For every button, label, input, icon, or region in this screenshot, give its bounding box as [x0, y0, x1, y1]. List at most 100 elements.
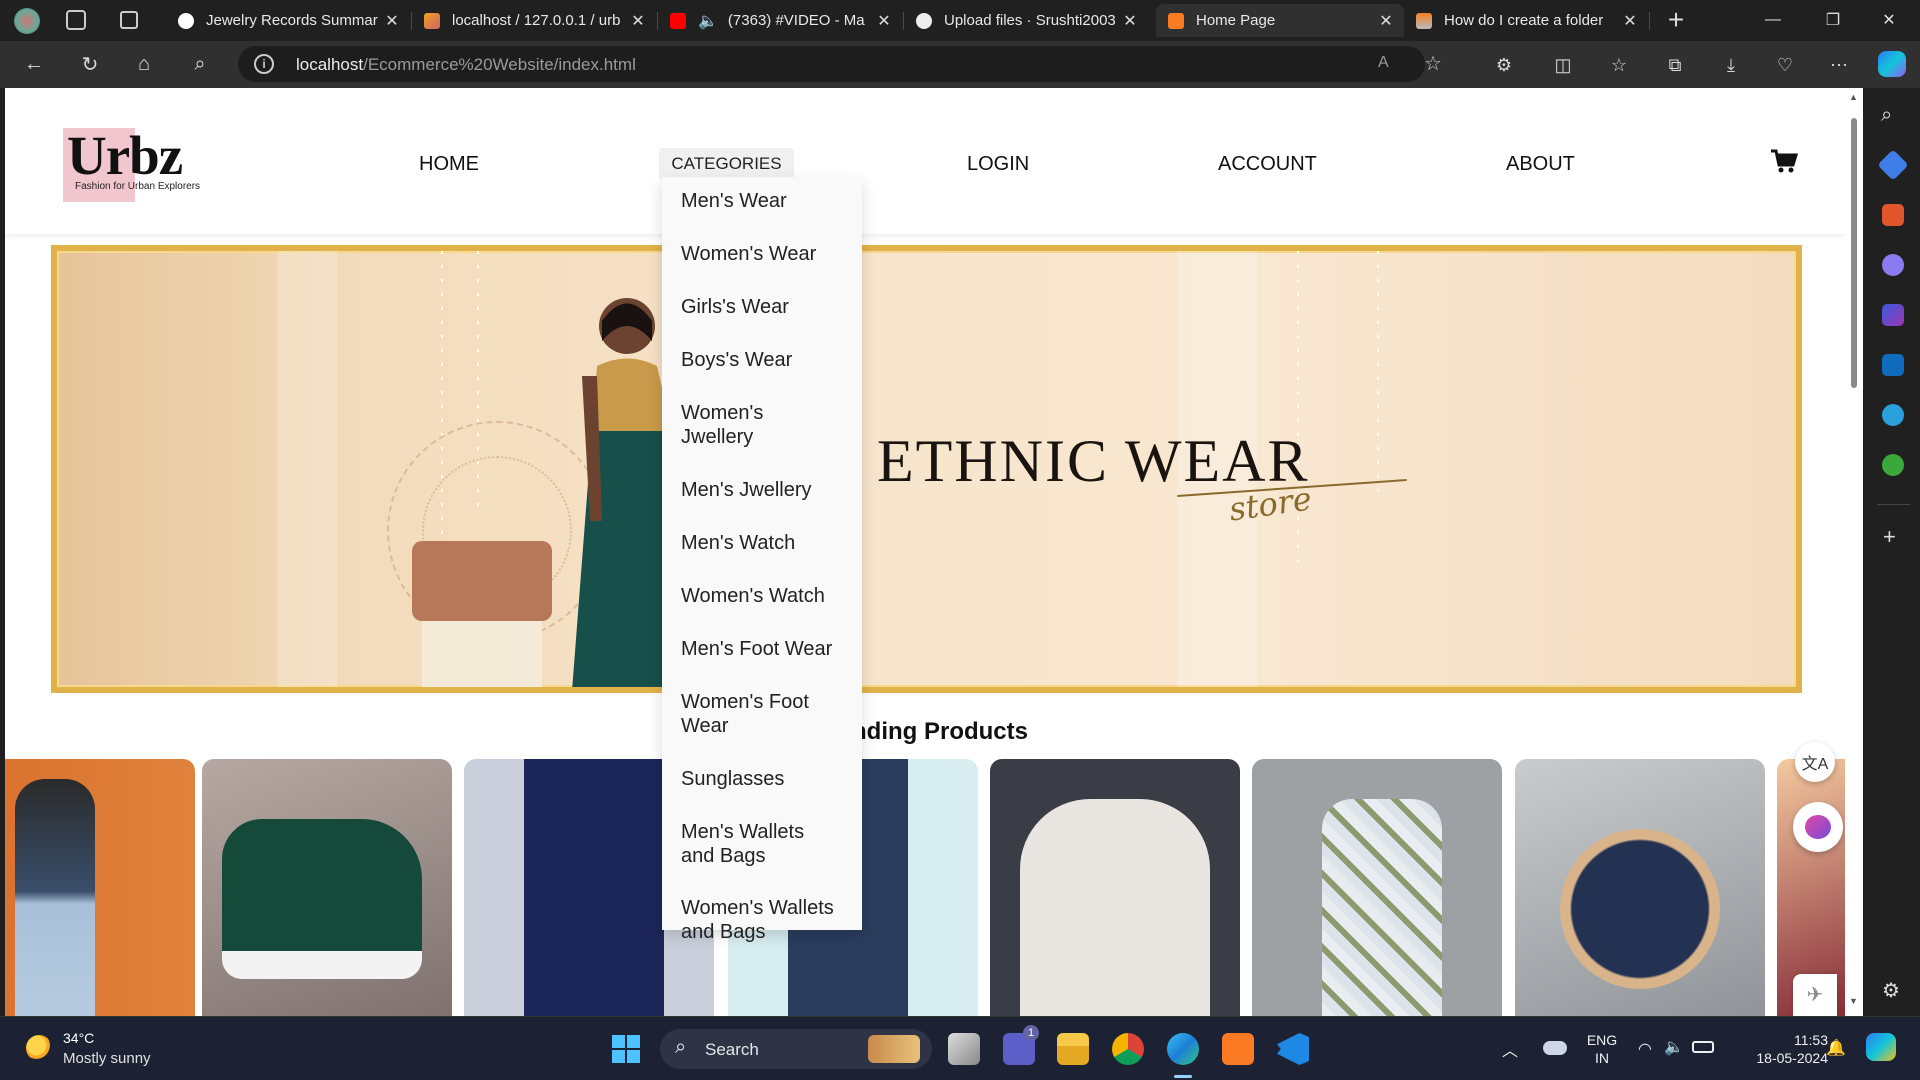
tab-home-page[interactable]: Home Page ✕: [1156, 4, 1404, 37]
favorites-icon[interactable]: ☆: [1607, 53, 1631, 77]
volume-icon[interactable]: 🔈: [1664, 1037, 1684, 1057]
close-icon[interactable]: ✕: [1620, 11, 1640, 31]
speaker-icon[interactable]: 🔈: [698, 11, 718, 31]
copilot-icon[interactable]: [1878, 51, 1906, 77]
add-sidebar-app-icon[interactable]: +: [1883, 524, 1896, 550]
sidebar-search-icon[interactable]: ⌕: [1881, 104, 1892, 127]
close-icon[interactable]: ✕: [628, 11, 648, 31]
extensions-icon[interactable]: ⚙: [1492, 53, 1516, 77]
product-carousel[interactable]: [5, 759, 1845, 1016]
site-info-icon[interactable]: i: [254, 54, 274, 74]
sidebar-settings-icon[interactable]: ⚙: [1882, 978, 1900, 1003]
close-icon[interactable]: ✕: [1376, 11, 1396, 31]
tab-youtube[interactable]: 🔈 (7363) #VIDEO - Ma ✕: [658, 4, 902, 37]
category-girls-wear[interactable]: Girls's Wear: [681, 295, 851, 319]
pin-widget-button[interactable]: ✈: [1793, 974, 1837, 1016]
new-tab-button[interactable]: +: [1664, 4, 1688, 36]
ai-assistant-button[interactable]: [1793, 802, 1843, 852]
task-view-icon[interactable]: [948, 1033, 980, 1065]
close-icon[interactable]: ✕: [1120, 11, 1140, 31]
taskbar-search[interactable]: ⌕ Search: [660, 1029, 932, 1069]
windows-start-icon[interactable]: [612, 1035, 640, 1063]
office-icon[interactable]: [1882, 304, 1904, 326]
category-womens-jwellery[interactable]: Women's Jwellery: [681, 401, 801, 449]
read-aloud-icon[interactable]: A: [1378, 54, 1389, 72]
restore-button[interactable]: ❐: [1810, 0, 1856, 40]
category-mens-jwellery[interactable]: Men's Jwellery: [681, 478, 851, 502]
url-text[interactable]: localhost/Ecommerce%20Website/index.html: [296, 55, 636, 75]
tab-phpmyadmin[interactable]: localhost / 127.0.0.1 / urb ✕: [412, 4, 656, 37]
product-card[interactable]: [1252, 759, 1502, 1016]
site-logo[interactable]: Urbz: [67, 124, 183, 187]
category-mens-wallets-bags[interactable]: Men's Wallets and Bags: [681, 820, 821, 868]
vscode-icon[interactable]: [1277, 1033, 1309, 1065]
clock[interactable]: 11:53 18-05-2024: [1728, 1031, 1828, 1067]
copilot-taskbar-icon[interactable]: [1866, 1033, 1896, 1061]
search-icon[interactable]: ⌕: [187, 51, 213, 77]
tab-github[interactable]: Upload files · Srushti2003 ✕: [904, 4, 1148, 37]
category-womens-foot-wear[interactable]: Women's Foot Wear: [681, 690, 821, 738]
shopping-tag-icon[interactable]: [1877, 149, 1909, 181]
split-screen-icon[interactable]: ◫: [1551, 53, 1575, 77]
outlook-icon[interactable]: [1882, 354, 1904, 376]
minimize-button[interactable]: —: [1750, 0, 1796, 40]
product-card[interactable]: [990, 759, 1240, 1016]
category-mens-watch[interactable]: Men's Watch: [681, 531, 851, 555]
tab-stackoverflow[interactable]: How do I create a folder ✕: [1404, 4, 1648, 37]
nav-account[interactable]: ACCOUNT: [1218, 153, 1317, 176]
browser-essentials-icon[interactable]: ♡: [1773, 53, 1797, 77]
category-womens-wear[interactable]: Women's Wear: [681, 242, 851, 266]
downloads-icon[interactable]: ⤓: [1719, 53, 1743, 77]
battery-icon[interactable]: [1692, 1041, 1714, 1053]
home-icon[interactable]: ⌂: [131, 51, 157, 77]
notifications-bell-icon[interactable]: 🔔: [1826, 1038, 1846, 1058]
hero-banner[interactable]: ETHNIC WEAR store: [51, 245, 1802, 693]
chrome-icon[interactable]: [1112, 1033, 1144, 1065]
category-sunglasses[interactable]: Sunglasses: [681, 767, 851, 791]
category-mens-wear[interactable]: Men's Wear: [681, 189, 851, 213]
language-indicator[interactable]: ENG IN: [1582, 1031, 1622, 1067]
tools-icon[interactable]: [1882, 204, 1904, 226]
tree-icon[interactable]: [1882, 454, 1904, 476]
teams-icon[interactable]: 1: [1003, 1025, 1039, 1065]
edge-icon[interactable]: [1167, 1033, 1199, 1065]
favorite-star-icon[interactable]: ☆: [1424, 51, 1442, 76]
product-card[interactable]: [1515, 759, 1765, 1016]
weather-description[interactable]: Mostly sunny: [63, 1050, 151, 1067]
product-card[interactable]: [202, 759, 452, 1016]
cart-icon[interactable]: [1769, 146, 1799, 176]
file-explorer-icon[interactable]: [1057, 1033, 1089, 1065]
nav-home[interactable]: HOME: [419, 153, 479, 176]
more-options-icon[interactable]: ⋯: [1827, 53, 1851, 77]
scroll-up-arrow[interactable]: ▲: [1849, 92, 1858, 102]
back-icon[interactable]: ←: [21, 51, 47, 77]
category-boys-wear[interactable]: Boys's Wear: [681, 348, 851, 372]
category-mens-foot-wear[interactable]: Men's Foot Wear: [681, 637, 851, 661]
wifi-icon[interactable]: ◠: [1638, 1039, 1652, 1059]
weather-temperature[interactable]: 34°C: [63, 1030, 94, 1046]
collections-icon[interactable]: ⧉: [1663, 53, 1687, 77]
vertical-tabs-icon[interactable]: [120, 11, 138, 29]
category-womens-watch[interactable]: Women's Watch: [681, 584, 851, 608]
close-icon[interactable]: ✕: [874, 11, 894, 31]
nav-categories[interactable]: CATEGORIES: [659, 148, 794, 180]
games-icon[interactable]: [1882, 254, 1904, 276]
telegram-icon[interactable]: [1882, 404, 1904, 426]
xampp-icon[interactable]: [1222, 1033, 1254, 1065]
product-card[interactable]: [5, 759, 195, 1016]
profile-avatar[interactable]: [14, 8, 40, 34]
weather-icon[interactable]: [26, 1035, 52, 1061]
refresh-icon[interactable]: ↻: [77, 51, 103, 77]
category-womens-wallets-bags[interactable]: Women's Wallets and Bags: [681, 896, 851, 944]
nav-login[interactable]: LOGIN: [967, 153, 1029, 176]
translate-button[interactable]: 文A: [1795, 742, 1835, 782]
scroll-down-arrow[interactable]: ▼: [1849, 996, 1858, 1006]
scroll-thumb[interactable]: [1851, 118, 1857, 388]
show-hidden-icons[interactable]: ︿: [1502, 1037, 1518, 1061]
nav-about[interactable]: ABOUT: [1506, 153, 1575, 176]
close-window-button[interactable]: ✕: [1866, 0, 1912, 40]
onedrive-icon[interactable]: [1543, 1041, 1567, 1055]
tab-chatgpt[interactable]: Jewelry Records Summar ✕: [166, 4, 410, 37]
page-scrollbar[interactable]: ▲ ▼: [1845, 88, 1863, 1016]
close-icon[interactable]: ✕: [382, 11, 402, 31]
